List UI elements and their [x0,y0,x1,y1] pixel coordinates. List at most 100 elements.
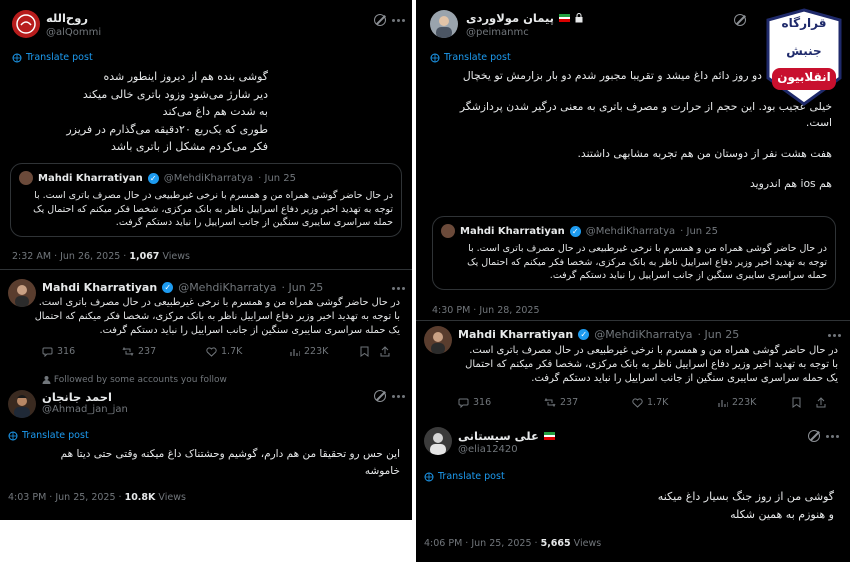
more-icon[interactable] [828,334,841,337]
author-name[interactable]: Mahdi Kharratiyan [42,281,157,294]
tweet-line: گوشی بنده هم از دیروز اینطور شده [103,70,268,83]
globe-icon [424,472,434,481]
translate-post-link[interactable]: Translate post [8,430,89,441]
tweet-line: با توجه به تهدید اخیر وزیر دفاع اسراییل … [34,311,400,322]
reply-button[interactable]: 316 [458,397,544,408]
tweet-line: فکر می‌کردم مشکل از باتری باشد [111,140,268,153]
grok-icon[interactable] [808,430,820,442]
action-bar: 316 237 1.7K 223K [42,346,402,357]
quoted-line: حمله سراسری سایبری سنگین از جانب اسراییل… [549,270,827,281]
author-name[interactable]: پیمان مولاوردی [466,11,554,25]
tweet-line [432,162,832,176]
share-icon [380,346,390,357]
views-count: 223K [732,397,757,408]
share-icon [816,397,826,408]
bookmark-button[interactable] [360,346,380,357]
tweet-date[interactable]: · Jun 25 [282,281,324,294]
author-handle[interactable]: @MehdiKharratya [594,328,692,341]
views-label: Views [573,538,602,549]
avatar[interactable] [8,279,36,307]
repost-button[interactable]: 237 [544,397,632,408]
quoted-tweet[interactable]: Mahdi Kharratiyan ✓ @MehdiKharratya · Ju… [10,163,402,237]
author-handle[interactable]: @MehdiKharratya [178,281,276,294]
heart-icon [632,397,643,408]
views-chart-icon [718,399,728,407]
quoted-date: · Jun 25 [258,172,297,184]
bookmark-icon [792,397,801,408]
more-icon[interactable] [392,19,405,22]
tweet-line: با توجه به تهدید اخیر وزیر دفاع اسراییل … [465,359,838,370]
translate-post-link[interactable]: Translate post [12,52,93,63]
tweet-text: در حال حاضر گوشی همراه من و همسرم با نرخ… [34,296,400,338]
like-button[interactable]: 1.7K [206,346,290,357]
avatar[interactable] [12,10,40,38]
verified-badge-icon: ✓ [569,225,581,237]
tweet-line: در حال حاضر گوشی همراه من و همسرم با نرخ… [38,297,400,308]
quoted-tweet[interactable]: Mahdi Kharratiyan ✓ @MehdiKharratya · Ju… [432,216,836,290]
repost-icon [122,346,134,357]
repost-count: 237 [560,397,579,408]
tweet-text: این حس رو تحقیقا من هم دارم، گوشیم وحشتن… [8,446,400,480]
views-count: 10.8K [124,492,156,503]
tweet-timestamp[interactable]: 4:03 PM · Jun 25, 2025 · 10.8K Views [8,492,186,503]
share-button[interactable] [816,397,826,408]
tweet-timestamp[interactable]: 4:30 PM · Jun 28, 2025 [432,305,540,316]
time-text: 4:06 PM · Jun 25, 2025 · [424,538,538,549]
tweet-line: هفت هشت نفر از دوستان من هم تجربه مشابهی… [577,146,832,160]
repost-button[interactable]: 237 [122,346,206,357]
left-screenshot-panel: روح‌الله @alQommi Translate post گوشی بن… [0,0,412,520]
logo-text-line1: قرارگاه [781,16,827,30]
avatar[interactable] [8,390,36,418]
divider [416,320,850,321]
quoted-author-handle: @MehdiKharratya [585,225,676,237]
time-text: 2:32 AM · Jun 26, 2025 · [12,251,127,262]
avatar[interactable] [424,427,452,455]
grok-icon[interactable] [734,14,746,26]
views-label: Views [158,492,186,503]
tweet-line [432,132,832,146]
action-bar: 316 237 1.7K 223K [458,397,842,408]
like-button[interactable]: 1.7K [632,397,718,408]
like-count: 1.7K [221,346,243,357]
globe-icon [430,53,440,62]
watermark-logo: قرارگاه جنبش انقلابیون [764,8,844,106]
translate-post-link[interactable]: Translate post [424,471,505,482]
avatar[interactable] [424,326,452,354]
author-name[interactable]: علی سیستانی [458,429,539,443]
grok-icon[interactable] [374,390,386,402]
avatar [19,171,33,185]
translate-post-link[interactable]: Translate post [430,52,511,63]
more-icon[interactable] [826,435,839,438]
tweet-text: در حال حاضر گوشی همراه من و همسرم با نرخ… [458,344,838,386]
author-name[interactable]: احمد جانجان [42,390,112,404]
repost-count: 237 [138,346,157,357]
author-handle[interactable]: @Ahmad_jan_jan [42,404,128,415]
iran-flag-icon [558,14,570,22]
author-handle[interactable]: @elia12420 [458,444,518,455]
tweet-timestamp[interactable]: 2:32 AM · Jun 26, 2025 · 1,067 Views [12,251,190,262]
views-count: 223K [304,346,329,357]
author-handle[interactable]: @alQommi [46,27,101,38]
quoted-line: توجه به تهدید اخیر وزیر دفاع اسراییل ناظ… [467,256,827,268]
grok-icon[interactable] [374,14,386,26]
share-button[interactable] [380,346,390,357]
quoted-line: توجه به تهدید اخیر وزیر دفاع اسراییل ناظ… [33,203,393,215]
reply-button[interactable]: 316 [42,346,122,357]
time-text: 4:30 PM · Jun 28, 2025 [432,305,540,316]
right-screenshot-panel: پیمان مولاوردی @peimanmc Translate post … [416,0,850,562]
tweet-line: هم ios هم اندروید [749,177,832,190]
tweet-line: است. [805,116,832,129]
quoted-text: در حال حاضر گوشی همراه من و همسرم با نرخ… [17,189,393,230]
tweet-line: در حال حاضر گوشی همراه من و همسرم با نرخ… [469,345,838,356]
author-handle[interactable]: @peimanmc [466,27,529,38]
author-name[interactable]: روح‌الله [46,11,88,25]
tweet-timestamp[interactable]: 4:06 PM · Jun 25, 2025 · 5,665 Views [424,538,601,549]
more-icon[interactable] [392,395,405,398]
bookmark-button[interactable] [792,397,816,408]
views-button[interactable]: 223K [290,346,360,357]
views-button[interactable]: 223K [718,397,792,408]
author-name[interactable]: Mahdi Kharratiyan [458,328,573,341]
tweet-date[interactable]: · Jun 25 [698,328,740,341]
more-icon[interactable] [392,287,405,290]
avatar[interactable] [430,10,458,38]
